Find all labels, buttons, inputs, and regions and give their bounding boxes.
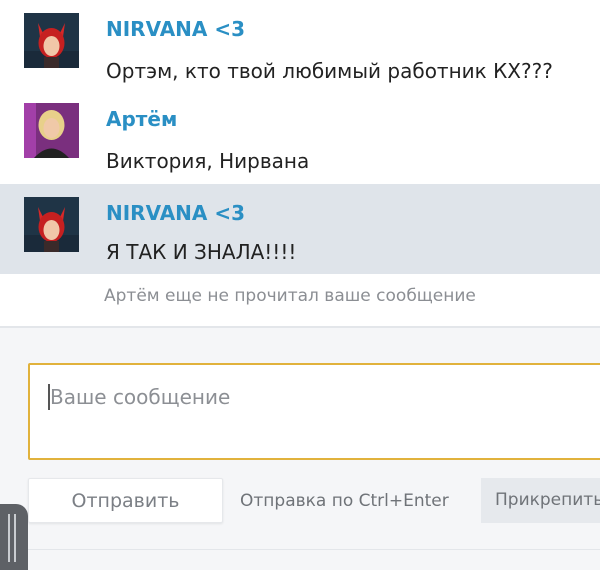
artyom-avatar[interactable] [24,103,79,158]
message-row[interactable]: Артём Виктория, Нирвана [0,90,600,180]
message-input-placeholder: Ваше сообщение [50,385,231,409]
message-row[interactable]: NIRVANA <3 Ортэм, кто твой любимый работ… [0,0,600,90]
message-input[interactable]: Ваше сообщение [28,363,600,460]
read-status: Артём еще не прочитал ваше сообщение [104,286,476,306]
handle-grip-icon [8,514,10,562]
message-text: Ортэм, кто твой любимый работник КХ??? [106,59,553,83]
nirvana-avatar[interactable] [24,13,79,68]
attach-button[interactable]: Прикрепить [481,478,600,523]
nirvana-avatar[interactable] [24,197,79,252]
message-author[interactable]: NIRVANA <3 [106,17,245,41]
drag-handle[interactable] [0,504,28,570]
message-row-unread[interactable]: NIRVANA <3 Я ТАК И ЗНАЛА!!!! [0,184,600,274]
message-author[interactable]: NIRVANA <3 [106,201,245,225]
divider [28,549,600,550]
send-button[interactable]: Отправить [28,478,223,523]
message-text: Виктория, Нирвана [106,149,310,173]
send-hint[interactable]: Отправка по Ctrl+Enter [240,491,449,511]
message-author[interactable]: Артём [106,107,177,131]
message-text: Я ТАК И ЗНАЛА!!!! [106,240,297,264]
handle-grip-icon [14,514,16,562]
